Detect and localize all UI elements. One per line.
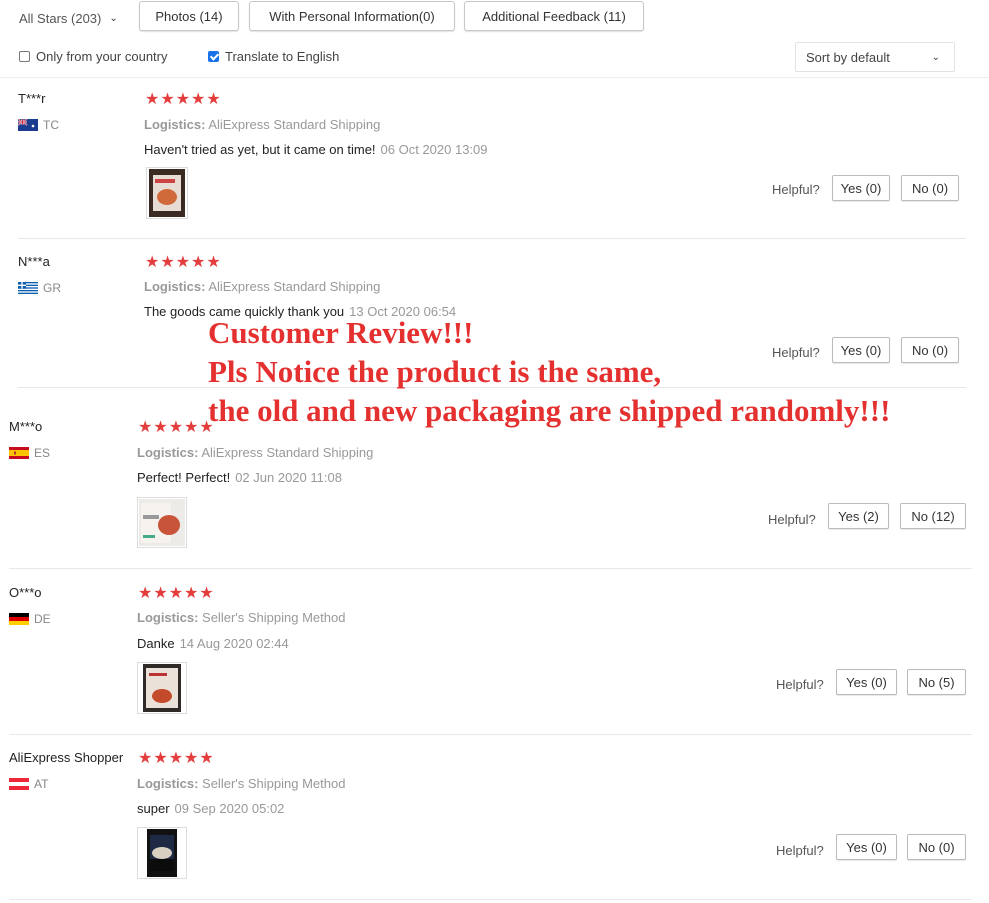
logistics-label: Logistics: [144, 279, 206, 294]
sort-dropdown[interactable]: Sort by default ⌄ [795, 42, 955, 72]
overlay-notice-line-1: Customer Review!!! [208, 315, 474, 350]
translate-checkbox[interactable]: Translate to English [208, 49, 339, 64]
helpful-yes-button[interactable]: Yes (0) [836, 669, 897, 695]
translate-label: Translate to English [225, 49, 340, 64]
country-code: ES [34, 446, 51, 460]
star-rating: ★★★★★ [138, 750, 215, 767]
helpful-label: Helpful? [776, 677, 824, 692]
logistics-label: Logistics: [137, 610, 199, 625]
review-date: 06 Oct 2020 13:09 [380, 142, 488, 157]
helpful-yes-button[interactable]: Yes (0) [836, 834, 897, 860]
flag-icon [9, 778, 29, 790]
personal-info-filter-button[interactable]: With Personal Information(0) [249, 1, 455, 31]
stars-filter-label: All Stars (203) [19, 10, 102, 26]
helpful-yes-button[interactable]: Yes (0) [832, 337, 890, 363]
logistics-info: Logistics: Seller's Shipping Method [137, 610, 345, 625]
logistics-method: Seller's Shipping Method [202, 776, 346, 791]
helpful-no-button[interactable]: No (0) [907, 834, 966, 860]
chevron-down-icon: ⌄ [931, 51, 940, 63]
review-text: Danke [137, 636, 175, 651]
review-photo-thumbnail[interactable] [137, 497, 187, 548]
additional-feedback-filter-button[interactable]: Additional Feedback (11) [464, 1, 644, 31]
star-rating: ★★★★★ [138, 585, 215, 602]
helpful-no-button[interactable]: No (0) [901, 175, 959, 201]
logistics-label: Logistics: [137, 776, 199, 791]
review-photo-thumbnail[interactable] [146, 167, 188, 219]
logistics-info: Logistics: Seller's Shipping Method [137, 776, 345, 791]
review-divider [9, 568, 972, 569]
checkbox-unchecked[interactable] [19, 51, 30, 62]
chevron-down-icon: ⌄ [109, 12, 118, 24]
logistics-method: AliExpress Standard Shipping [208, 279, 381, 294]
logistics-info: Logistics: AliExpress Standard Shipping [144, 117, 380, 132]
logistics-label: Logistics: [137, 445, 199, 460]
reviewer-name: M***o [9, 419, 43, 434]
logistics-label: Logistics: [144, 117, 206, 132]
helpful-label: Helpful? [772, 182, 820, 197]
helpful-label: Helpful? [772, 345, 820, 360]
review-date: 02 Jun 2020 11:08 [235, 470, 342, 485]
reviewer-country: ES [9, 446, 50, 460]
logistics-info: Logistics: AliExpress Standard Shipping [137, 445, 373, 460]
stars-filter-dropdown[interactable]: All Stars (203) ⌄ [19, 9, 118, 27]
helpful-no-button[interactable]: No (12) [900, 503, 966, 529]
reviewer-name: N***a [18, 254, 50, 269]
country-code: GR [43, 281, 61, 295]
header-divider [0, 77, 989, 78]
sort-label: Sort by default [806, 49, 890, 65]
review-divider [9, 734, 972, 735]
helpful-yes-button[interactable]: Yes (2) [828, 503, 889, 529]
helpful-no-button[interactable]: No (0) [901, 337, 959, 363]
overlay-notice-line-2: Pls Notice the product is the same, [208, 354, 662, 389]
reviewer-name: T***r [18, 91, 46, 106]
reviewer-name: AliExpress Shopper [9, 750, 124, 765]
checkbox-checked[interactable] [208, 51, 219, 62]
reviewer-name: O***o [9, 585, 42, 600]
star-rating: ★★★★★ [145, 254, 222, 271]
review-photo-thumbnail[interactable] [137, 662, 187, 714]
review-text-line: super 09 Sep 2020 05:02 [137, 801, 284, 816]
country-code: TC [43, 118, 59, 132]
reviewer-country: GR [18, 281, 61, 295]
review-text-line: Haven't tried as yet, but it came on tim… [144, 142, 488, 157]
country-code: DE [34, 612, 51, 626]
overlay-notice-line-3: the old and new packaging are shipped ra… [208, 393, 891, 428]
logistics-method: AliExpress Standard Shipping [208, 117, 381, 132]
helpful-yes-button[interactable]: Yes (0) [832, 175, 890, 201]
helpful-label: Helpful? [776, 843, 824, 858]
country-code: AT [34, 777, 49, 791]
review-text-line: Danke 14 Aug 2020 02:44 [137, 636, 289, 651]
only-from-country-label: Only from your country [36, 49, 168, 64]
logistics-method: Seller's Shipping Method [202, 610, 346, 625]
review-divider [18, 238, 966, 239]
review-divider [9, 899, 972, 900]
star-rating: ★★★★★ [145, 91, 222, 108]
flag-icon [9, 613, 29, 625]
review-text: Perfect! Perfect! [137, 470, 231, 485]
review-text: Haven't tried as yet, but it came on tim… [144, 142, 376, 157]
review-date: 14 Aug 2020 02:44 [179, 636, 289, 651]
photos-filter-button[interactable]: Photos (14) [139, 1, 239, 31]
review-date: 09 Sep 2020 05:02 [174, 801, 285, 816]
helpful-no-button[interactable]: No (5) [907, 669, 966, 695]
star-rating: ★★★★★ [138, 419, 215, 436]
flag-icon [18, 282, 38, 294]
review-text-line: Perfect! Perfect! 02 Jun 2020 11:08 [137, 470, 342, 485]
flag-icon [18, 119, 38, 131]
reviewer-country: TC [18, 118, 59, 132]
reviewer-country: DE [9, 612, 51, 626]
reviewer-country: AT [9, 777, 48, 791]
helpful-label: Helpful? [768, 512, 816, 527]
logistics-info: Logistics: AliExpress Standard Shipping [144, 279, 380, 294]
review-text: super [137, 801, 170, 816]
only-from-country-checkbox[interactable]: Only from your country [19, 49, 168, 64]
logistics-method: AliExpress Standard Shipping [201, 445, 374, 460]
flag-icon [9, 447, 29, 459]
review-photo-thumbnail[interactable] [137, 827, 187, 879]
